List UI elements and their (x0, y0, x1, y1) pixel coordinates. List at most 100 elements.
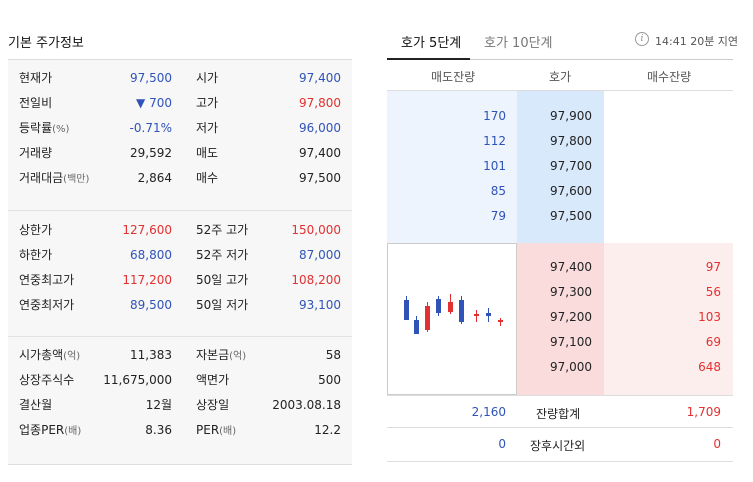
row-value-right: 150,000 (291, 223, 341, 237)
ask-total: 2,160 (471, 405, 506, 419)
label-unit: (배) (219, 426, 237, 437)
row-value-left: 97,500 (130, 71, 172, 85)
ask-price-cell[interactable]: 97,600 (517, 179, 592, 204)
label-unit: (백만) (63, 174, 90, 185)
info-row: 전일비 ▼ 700 고가 97,800 (8, 91, 352, 115)
ask-qty-cell[interactable]: 79 (387, 204, 506, 229)
section-title-basic-price-info: 기본 주가정보 (8, 36, 84, 51)
info-icon[interactable]: i (635, 32, 649, 46)
delay-timestamp: 14:41 20분 지연 (655, 35, 739, 48)
label-text: PER (196, 423, 220, 437)
candle-body (474, 314, 479, 316)
ask-price-cell[interactable]: 97,900 (517, 104, 592, 129)
row-label-right: 자본금(억) (196, 348, 246, 364)
orderbook-header: 매도잔량 호가 매수잔량 (387, 60, 733, 91)
row-label-left: 업종PER(배) (19, 423, 81, 439)
bid-qty-cell[interactable]: 103 (604, 305, 721, 330)
row-value-left: 11,675,000 (103, 373, 172, 387)
after-hours-label: 장후시간외 (530, 439, 586, 453)
row-label-right: 저가 (196, 121, 219, 135)
row-value-right: 97,500 (299, 171, 341, 185)
row-label-right: 52주 고가 (196, 223, 249, 237)
row-label-left: 전일비 (19, 96, 53, 110)
section-divider (8, 210, 352, 211)
row-value-left: 127,600 (122, 223, 172, 237)
row-label-left: 결산월 (19, 398, 53, 412)
after-hours-ask: 0 (498, 437, 506, 451)
row-label-right: 매수 (196, 171, 219, 185)
info-row: 시가총액(억) 11,383 자본금(억) 58 (8, 343, 352, 367)
candle-body (436, 299, 441, 313)
row-value-right: 97,400 (299, 71, 341, 85)
row-value-right: 87,000 (299, 248, 341, 262)
label-text: 자본금 (196, 348, 230, 362)
info-row: 업종PER(배) 8.36 PER(배) 12.2 (8, 418, 352, 442)
label-text: 시가총액 (19, 348, 64, 362)
info-row: 결산월 12월 상장일 2003.08.18 (8, 393, 352, 417)
ask-qty-cell[interactable]: 101 (387, 154, 506, 179)
row-label-left: 현재가 (19, 71, 53, 85)
ask-price-cell[interactable]: 97,800 (517, 129, 592, 154)
row-label-right: 50일 저가 (196, 298, 249, 312)
bid-price-cell[interactable]: 97,200 (517, 305, 592, 330)
header-ask-qty: 매도잔량 (431, 70, 476, 84)
row-value-right: 93,100 (299, 298, 341, 312)
row-label-left: 하한가 (19, 248, 53, 262)
ask-qty-cell[interactable]: 112 (387, 129, 506, 154)
info-row: 상장주식수 11,675,000 액면가 500 (8, 368, 352, 392)
section-divider (8, 336, 352, 337)
bid-price-cell[interactable]: 97,400 (517, 255, 592, 280)
basic-price-info-panel: 현재가 97,500 시가 97,400 전일비 ▼ 700 고가 97,800 등락률(%) -… (8, 60, 352, 465)
bid-price-cell[interactable]: 97,300 (517, 280, 592, 305)
row-value-right: 58 (325, 348, 341, 362)
bid-price-cell[interactable]: 97,000 (517, 355, 592, 380)
candle-body (486, 313, 491, 316)
info-row: 거래량 29,592 매도 97,400 (8, 141, 352, 165)
label-unit: (억) (63, 351, 81, 362)
mini-candle-chart (387, 243, 517, 395)
header-price: 호가 (549, 70, 572, 84)
row-label-right: 상장일 (196, 398, 230, 412)
label-unit: (%) (52, 124, 70, 135)
row-label-right: 고가 (196, 96, 219, 110)
tab-10-level-quotes[interactable]: 호가 10단계 (484, 32, 553, 51)
info-row: 연중최저가 89,500 50일 저가 93,100 (8, 293, 352, 317)
label-text: 업종PER (19, 423, 65, 437)
row-value-left: 8.36 (145, 423, 172, 437)
ask-qty-cell[interactable]: 85 (387, 179, 506, 204)
ask-price-cell[interactable]: 97,500 (517, 204, 592, 229)
row-label-right: 시가 (196, 71, 219, 85)
bid-total: 1,709 (686, 405, 721, 419)
info-row: 등락률(%) -0.71% 저가 96,000 (8, 116, 352, 140)
row-value-right: 12.2 (314, 423, 341, 437)
label-unit: (억) (229, 351, 247, 362)
candle-body (414, 320, 419, 334)
tab-5-level-quotes[interactable]: 호가 5단계 (401, 32, 461, 51)
ask-qty-cell[interactable]: 170 (387, 104, 506, 129)
bid-qty-cell[interactable]: 56 (604, 280, 721, 305)
row-value-right: 97,800 (299, 96, 341, 110)
candle-body (404, 300, 409, 320)
row-value-left: ▼ 700 (136, 96, 172, 110)
total-label: 잔량합계 (536, 407, 581, 421)
bid-qty-cell[interactable]: 648 (604, 355, 721, 380)
ask-price-cell[interactable]: 97,700 (517, 154, 592, 179)
row-value-left: 11,383 (130, 348, 172, 362)
info-row: 거래대금(백만) 2,864 매수 97,500 (8, 166, 352, 190)
row-label-left: 연중최저가 (19, 298, 75, 312)
row-label-left: 상장주식수 (19, 373, 75, 387)
row-value-left: 89,500 (130, 298, 172, 312)
bid-qty-cell[interactable]: 69 (604, 330, 721, 355)
row-value-left: 29,592 (130, 146, 172, 160)
row-value-left: 117,200 (122, 273, 172, 287)
bid-qty-cell[interactable]: 97 (604, 255, 721, 280)
row-label-left: 거래량 (19, 146, 53, 160)
row-label-left: 연중최고가 (19, 273, 75, 287)
info-row: 연중최고가 117,200 50일 고가 108,200 (8, 268, 352, 292)
candle-body (425, 306, 430, 330)
row-label-left: 상한가 (19, 223, 53, 237)
row-value-right: 108,200 (291, 273, 341, 287)
row-value-right: 500 (318, 373, 341, 387)
bid-price-cell[interactable]: 97,100 (517, 330, 592, 355)
after-hours-row: 0 장후시간외 0 (387, 428, 733, 462)
